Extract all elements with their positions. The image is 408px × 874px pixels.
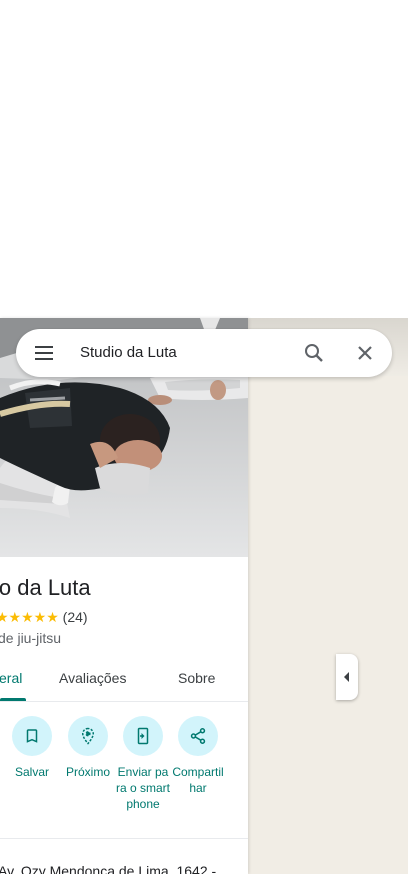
nearby-label: Próximo <box>65 765 110 779</box>
save-button[interactable]: Salvar <box>5 716 59 780</box>
search-input[interactable]: Studio da Luta <box>80 344 177 361</box>
tab-about[interactable]: Sobre <box>178 670 215 686</box>
share-button[interactable]: Compartilhar <box>171 716 225 796</box>
review-count[interactable]: (24) <box>63 609 88 625</box>
tab-overview[interactable]: eral <box>0 670 22 686</box>
place-address[interactable]: Av. Ozy Mendonça de Lima, 1642 - <box>0 863 216 874</box>
place-name: io da Luta <box>0 575 91 600</box>
rating-row[interactable]: ★★★★★ (24) <box>0 609 88 626</box>
active-tab-indicator <box>0 698 26 701</box>
rating-stars: ★★★★★ <box>0 609 59 625</box>
nearby-icon <box>81 727 95 745</box>
share-icon <box>190 728 206 744</box>
send-to-phone-label: Enviar para o smartphone <box>116 765 171 811</box>
caret-left-icon <box>344 672 349 682</box>
send-to-phone-button[interactable]: Enviar para o smartphone <box>116 716 170 812</box>
send-to-phone-icon <box>137 727 149 745</box>
nearby-button[interactable]: Próximo <box>61 716 115 780</box>
tab-bar: eral Avaliações Sobre <box>0 658 248 702</box>
collapse-panel-button[interactable] <box>336 654 358 700</box>
search-icon[interactable] <box>302 341 326 365</box>
place-panel: io da Luta ★★★★★ (24) de jiu-jitsu eral … <box>0 318 248 874</box>
section-divider <box>0 838 248 839</box>
close-icon[interactable] <box>353 341 377 365</box>
bookmark-icon <box>26 729 38 743</box>
search-box[interactable]: Studio da Luta <box>16 329 392 377</box>
share-label: Compartilhar <box>172 765 224 795</box>
page: io da Luta ★★★★★ (24) de jiu-jitsu eral … <box>0 0 408 874</box>
tab-reviews[interactable]: Avaliações <box>59 670 126 686</box>
save-label: Salvar <box>14 765 49 779</box>
map-area[interactable] <box>248 318 408 874</box>
place-category[interactable]: de jiu-jitsu <box>0 630 61 646</box>
menu-icon[interactable] <box>32 341 56 365</box>
